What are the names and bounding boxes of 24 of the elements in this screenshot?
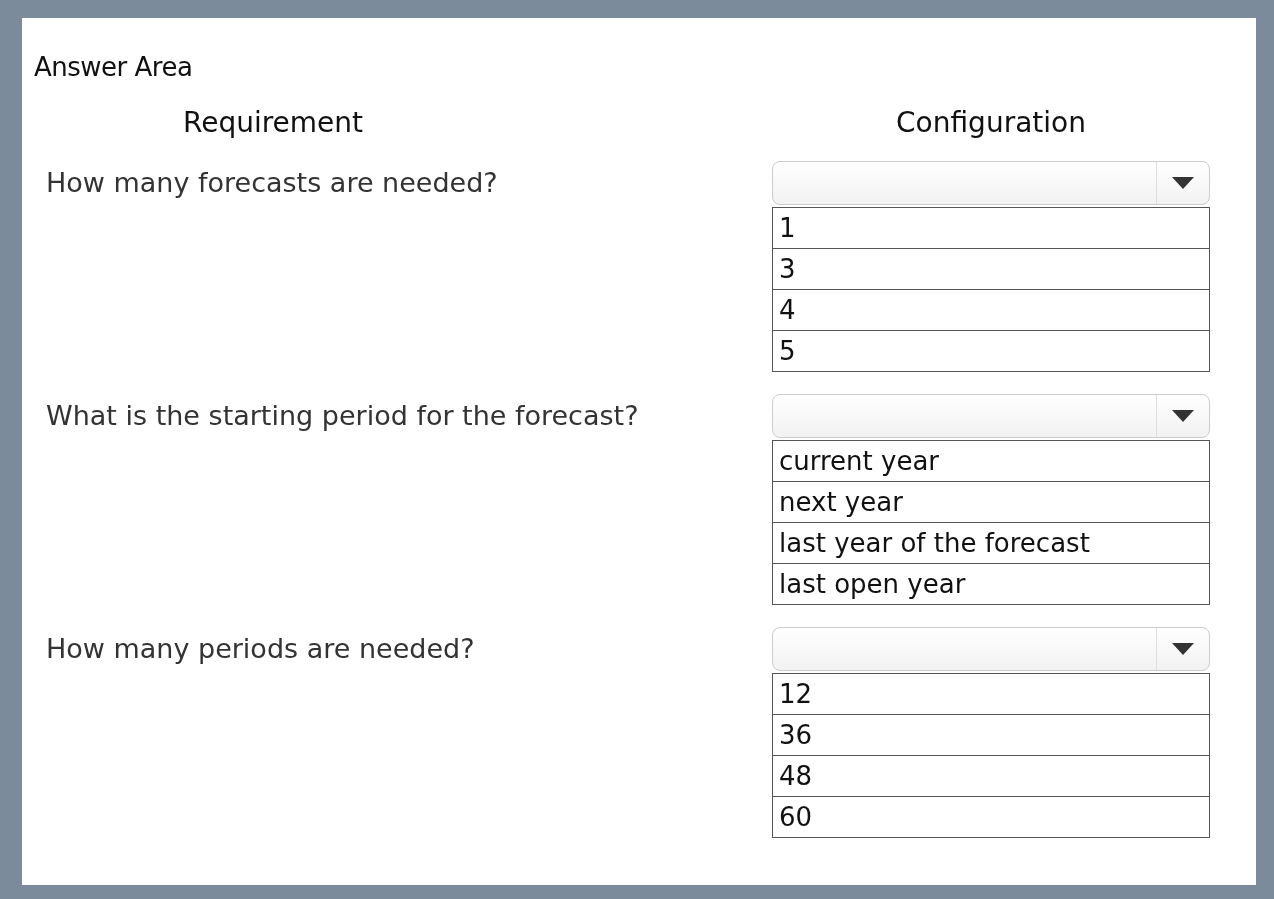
option-item[interactable]: 5 bbox=[773, 330, 1209, 371]
option-item[interactable]: 4 bbox=[773, 289, 1209, 330]
dropdown[interactable] bbox=[772, 161, 1210, 205]
column-header: Configuration bbox=[895, 106, 1087, 139]
option-item[interactable]: next year bbox=[773, 481, 1209, 522]
dropdown[interactable] bbox=[772, 627, 1210, 671]
caret-icon bbox=[1172, 177, 1194, 189]
question-text: What is the starting period for the forecast? bbox=[45, 399, 640, 431]
answer-area-title: Answer Area bbox=[34, 52, 194, 82]
option-item[interactable]: 1 bbox=[773, 208, 1209, 248]
question-text: How many forecasts are needed? bbox=[45, 166, 499, 198]
dropdown[interactable] bbox=[772, 394, 1210, 438]
option-item[interactable]: 12 bbox=[773, 674, 1209, 714]
column-header: Requirement bbox=[181, 106, 365, 139]
question-text: How many periods are needed? bbox=[45, 632, 476, 664]
option-item[interactable]: last year of the forecast bbox=[773, 522, 1209, 563]
option-item[interactable]: current year bbox=[773, 441, 1209, 481]
option-item[interactable]: 48 bbox=[773, 755, 1209, 796]
option-item[interactable]: 60 bbox=[773, 796, 1209, 837]
caret-icon bbox=[1172, 410, 1194, 422]
option-item[interactable]: 36 bbox=[773, 714, 1209, 755]
option-item[interactable]: 3 bbox=[773, 248, 1209, 289]
option-item[interactable]: last open year bbox=[773, 563, 1209, 604]
caret-icon bbox=[1172, 643, 1194, 655]
